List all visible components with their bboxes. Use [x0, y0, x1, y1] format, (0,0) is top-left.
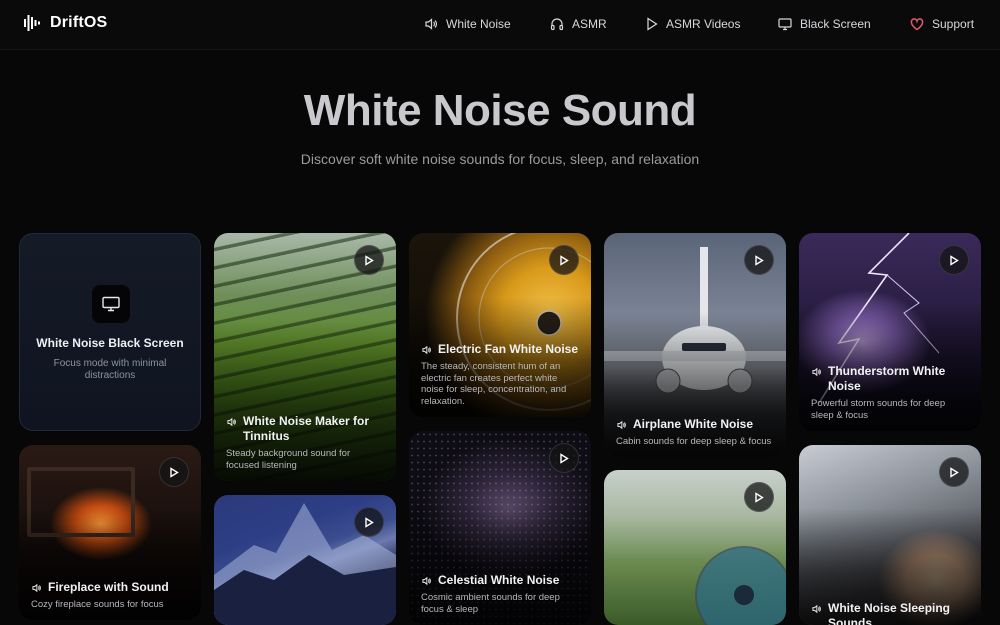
card-description: Cosmic ambient sounds for deep focus & s… [421, 592, 560, 615]
nav-label: Support [932, 17, 975, 31]
play-button[interactable] [744, 482, 774, 512]
card-description: Steady background sound for focused list… [226, 448, 351, 471]
brand[interactable]: DriftOS [24, 14, 107, 32]
card-title: Airplane White Noise [633, 416, 754, 431]
speaker-icon [227, 417, 236, 427]
page-subtitle: Discover soft white noise sounds for foc… [300, 151, 700, 167]
play-button[interactable] [354, 245, 384, 275]
speaker-icon [32, 583, 41, 592]
card-description: The steady, consistent hum of an electri… [421, 361, 567, 407]
card-airplane[interactable]: Airplane White Noise Cabin sounds for de… [604, 233, 786, 457]
headphones-icon [550, 18, 564, 31]
soundwave-logo-icon [24, 15, 40, 31]
play-button[interactable] [549, 443, 579, 473]
card-title: Thunderstorm White Noise [828, 364, 946, 393]
top-nav: DriftOS White Noise ASMR ASMR Videos Bla… [0, 0, 1000, 50]
nav-label: White Noise [446, 17, 511, 31]
card-description: Cabin sounds for deep sleep & focus [616, 435, 772, 447]
play-icon [647, 17, 658, 31]
play-icon [950, 254, 959, 266]
play-icon [560, 452, 569, 464]
play-icon [950, 466, 959, 478]
card-mountain[interactable] [214, 495, 396, 625]
card-title: White Noise Maker for Tinnitus [243, 414, 370, 443]
monitor-icon [778, 18, 792, 31]
card-sleeping[interactable]: White Noise Sleeping Sounds [799, 445, 981, 625]
card-thunderstorm[interactable]: Thunderstorm White Noise Powerful storm … [799, 233, 981, 431]
speaker-icon [812, 604, 821, 614]
nav-label: Black Screen [800, 17, 871, 31]
card-description: Cozy fireplace sounds for focus [31, 598, 164, 610]
card-title: Electric Fan White Noise [438, 342, 579, 356]
card-black-screen[interactable]: White Noise Black Screen Focus mode with… [19, 233, 201, 431]
card-desk-fan[interactable] [604, 470, 786, 625]
card-title: Fireplace with Sound [48, 579, 169, 594]
card-title: Celestial White Noise [438, 573, 560, 587]
nav-asmr[interactable]: ASMR [550, 17, 607, 31]
speaker-icon [425, 18, 437, 30]
nav-black-screen[interactable]: Black Screen [778, 17, 871, 31]
play-button[interactable] [744, 245, 774, 275]
play-button[interactable] [354, 507, 384, 537]
card-tinnitus[interactable]: White Noise Maker for Tinnitus Steady ba… [214, 233, 396, 481]
card-title: White Noise Sleeping Sounds [828, 601, 951, 625]
monitor-icon [92, 285, 130, 323]
play-button[interactable] [939, 457, 969, 487]
card-celestial[interactable]: Celestial White Noise Cosmic ambient sou… [409, 431, 591, 625]
nav-label: ASMR [572, 17, 607, 31]
nav-label: ASMR Videos [666, 17, 741, 31]
speaker-icon [422, 345, 431, 355]
card-title: White Noise Black Screen [36, 336, 184, 350]
card-description: Focus mode with minimal distractions [53, 358, 167, 381]
play-icon [365, 516, 374, 528]
play-icon [170, 466, 179, 478]
play-button[interactable] [939, 245, 969, 275]
play-button[interactable] [549, 245, 579, 275]
card-electric-fan[interactable]: Electric Fan White Noise The steady, con… [409, 233, 591, 417]
page-title: White Noise Sound [303, 86, 697, 135]
card-description: Powerful storm sounds for deep sleep & f… [811, 398, 946, 421]
speaker-icon [812, 367, 821, 377]
play-button[interactable] [159, 457, 189, 487]
nav-support[interactable]: Support [910, 17, 974, 31]
brand-name: DriftOS [50, 14, 108, 31]
nav-asmr-videos[interactable]: ASMR Videos [646, 17, 740, 31]
play-icon [560, 254, 569, 266]
speaker-icon [422, 576, 431, 586]
card-fireplace[interactable]: Fireplace with Sound Cozy fireplace soun… [19, 445, 201, 620]
heart-icon [910, 17, 924, 30]
nav-white-noise[interactable]: White Noise [424, 17, 511, 31]
play-icon [365, 254, 374, 266]
play-icon [755, 491, 764, 503]
play-icon [755, 254, 764, 266]
speaker-icon [617, 420, 626, 429]
